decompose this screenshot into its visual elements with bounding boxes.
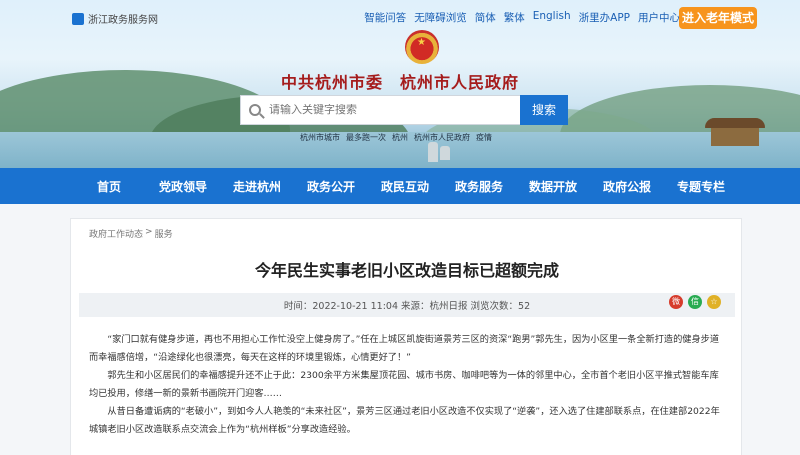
breadcrumb-separator: > xyxy=(145,227,153,237)
article-card: 政府工作动态 > 服务 今年民生实事老旧小区改造目标已超额完成 时间：2022-… xyxy=(70,218,742,455)
nav-leaders[interactable]: 党政领导 xyxy=(146,178,220,195)
banner-pavilion xyxy=(705,118,765,148)
national-emblem-icon: ★ xyxy=(405,30,439,64)
search-field[interactable] xyxy=(240,95,523,125)
article-meta: 时间：2022-10-21 11:04 来源：杭州日报 浏览次数：52 xyxy=(79,293,735,317)
top-link-accessibility[interactable]: 无障碍浏览 xyxy=(414,10,467,25)
share-bar: 微 信 ☆ xyxy=(669,295,721,309)
portal-link[interactable]: 浙江政务服务网 xyxy=(72,11,158,26)
breadcrumb: 政府工作动态 > 服务 xyxy=(89,227,173,240)
nav-home[interactable]: 首页 xyxy=(72,178,146,195)
hot-word[interactable]: 疫情 xyxy=(476,132,492,143)
nav-about-hangzhou[interactable]: 走进杭州 xyxy=(220,178,294,195)
article-title: 今年民生实事老旧小区改造目标已超额完成 xyxy=(254,261,559,280)
article-meta-text: 时间：2022-10-21 11:04 来源：杭州日报 浏览次数：52 xyxy=(283,301,531,312)
banner-pagoda xyxy=(428,142,438,162)
top-links: 智能问答 无障碍浏览 简体 繁体 English 浙里办APP 用户中心 xyxy=(364,10,680,25)
article-paragraph: “家门口就有健身步道，再也不用担心工作忙没空上健身房了。”任在上城区凯旋街道景芳… xyxy=(89,334,720,363)
top-link-qa[interactable]: 智能问答 xyxy=(364,10,406,25)
article-paragraph: 郭先生和小区居民们的幸福感提升还不止于此：2300余平方米集屋顶花园、城市书房、… xyxy=(89,370,719,399)
nav-services[interactable]: 政务服务 xyxy=(442,178,516,195)
article-paragraph: 从昔日备遭诟病的“老破小”，到如今人人艳羡的“未来社区”，景芳三区通过老旧小区改… xyxy=(89,406,720,435)
nav-open-data[interactable]: 数据开放 xyxy=(516,178,590,195)
weibo-icon[interactable]: 微 xyxy=(669,295,683,309)
top-link-app[interactable]: 浙里办APP xyxy=(579,10,630,25)
elder-mode-button[interactable]: 进入老年模式 xyxy=(679,7,757,29)
nav-gov-info[interactable]: 政务公开 xyxy=(294,178,368,195)
hot-words: 杭州市城市 最多跑一次 杭州 杭州市人民政府 疫情 xyxy=(300,132,492,143)
nav-topics[interactable]: 专题专栏 xyxy=(664,178,738,195)
main-nav: 首页 党政领导 走进杭州 政务公开 政民互动 政务服务 数据开放 政府公报 专题… xyxy=(0,168,800,204)
portal-name: 浙江政务服务网 xyxy=(88,15,158,26)
wechat-icon[interactable]: 信 xyxy=(688,295,702,309)
search-button[interactable]: 搜索 xyxy=(520,95,568,125)
breadcrumb-item[interactable]: 服务 xyxy=(155,227,173,240)
search-input[interactable] xyxy=(269,104,509,116)
banner-pagoda xyxy=(440,146,450,160)
top-link-simplified[interactable]: 简体 xyxy=(475,10,496,25)
article-body: “家门口就有健身步道，再也不用担心工作忙没空上健身房了。”任在上城区凯旋街道景芳… xyxy=(89,331,725,439)
breadcrumb-item[interactable]: 政府工作动态 xyxy=(89,227,143,240)
top-link-traditional[interactable]: 繁体 xyxy=(504,10,525,25)
top-link-user-center[interactable]: 用户中心 xyxy=(638,10,680,25)
hot-word[interactable]: 杭州 xyxy=(392,132,408,143)
nav-gazette[interactable]: 政府公报 xyxy=(590,178,664,195)
top-bar: 浙江政务服务网 智能问答 无障碍浏览 简体 繁体 English 浙里办APP … xyxy=(0,0,800,34)
portal-logo-icon xyxy=(72,12,84,25)
favorite-icon[interactable]: ☆ xyxy=(707,295,721,309)
hot-word[interactable]: 最多跑一次 xyxy=(346,132,386,143)
hot-word[interactable]: 杭州市人民政府 xyxy=(414,132,470,143)
nav-interaction[interactable]: 政民互动 xyxy=(368,178,442,195)
top-link-english[interactable]: English xyxy=(533,10,571,25)
header-banner: 浙江政务服务网 智能问答 无障碍浏览 简体 繁体 English 浙里办APP … xyxy=(0,0,800,168)
search-icon xyxy=(249,104,261,116)
site-title: 中共杭州市委 杭州市人民政府 xyxy=(280,73,519,92)
hot-word[interactable]: 杭州市城市 xyxy=(300,132,340,143)
